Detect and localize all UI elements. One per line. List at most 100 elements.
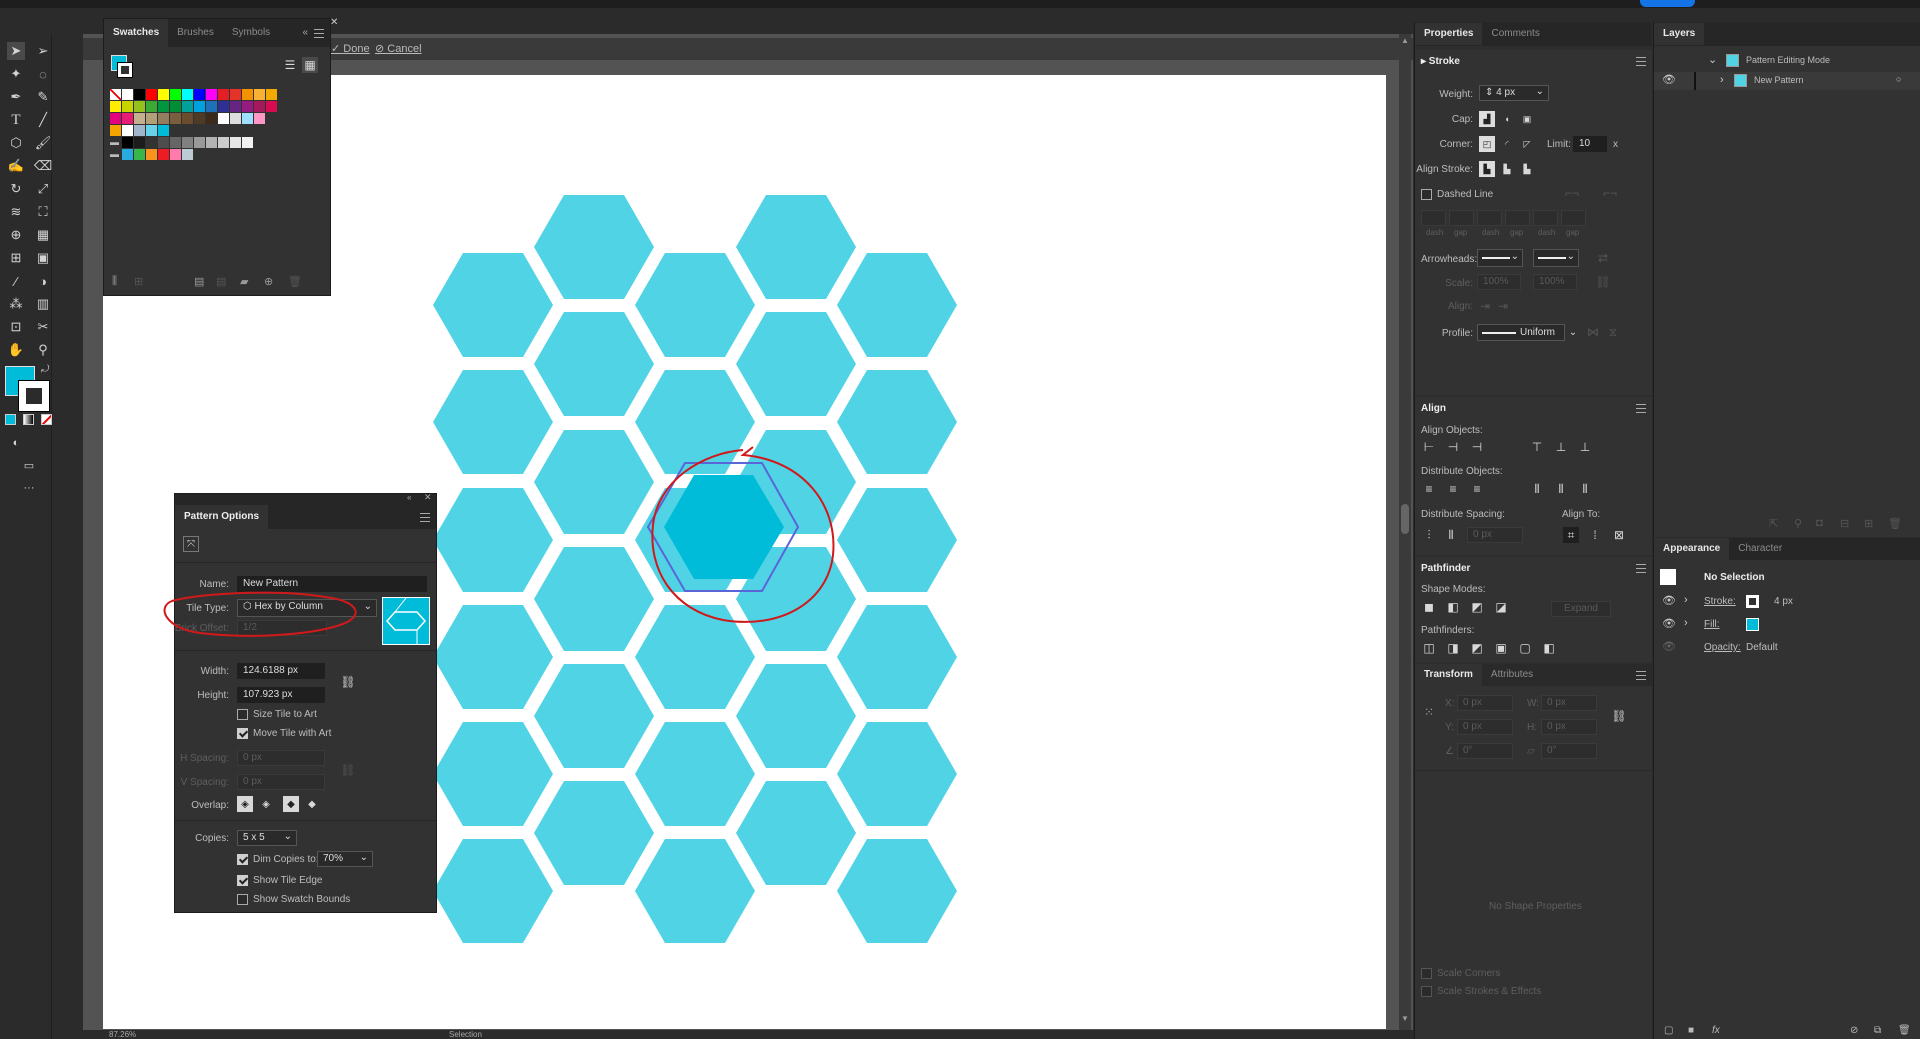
color-group-folder-icon[interactable]: ▬ [110,149,121,160]
end-scale-field[interactable]: 100% [1533,274,1577,290]
align-title[interactable]: Align [1421,403,1446,414]
gradient-mode-button[interactable] [23,414,34,425]
color-swatch[interactable] [230,89,241,100]
done-button[interactable]: ✓ Done [331,42,370,55]
color-swatch[interactable] [182,113,193,124]
tab-layers[interactable]: Layers [1654,23,1705,45]
h-field[interactable]: 0 px [1541,719,1597,735]
link-scale-icon[interactable]: ⛓ [1595,274,1611,290]
unite-icon[interactable]: ◼ [1421,599,1437,615]
color-swatch[interactable] [158,125,169,136]
flip-across-icon[interactable]: ⋈ [1585,324,1601,340]
align-to-artboard-icon[interactable]: ⊠ [1611,527,1627,543]
align-to-selection-icon[interactable]: ⁞ [1587,527,1603,543]
scroll-thumb[interactable] [1401,504,1409,534]
paintbrush-tool-icon[interactable]: 🖌 [34,134,52,152]
dash-gap-field[interactable] [1505,210,1530,226]
bevel-join-icon[interactable]: ◸ [1519,136,1535,152]
horizontal-align-right-icon[interactable]: ⊣ [1469,439,1485,455]
y-field[interactable]: 0 px [1457,719,1513,735]
color-swatch[interactable] [170,137,181,148]
merge-icon[interactable]: ◩ [1469,640,1485,656]
color-swatch[interactable] [242,89,253,100]
spacing-field[interactable]: 0 px [1467,527,1523,543]
vertical-distribute-bottom-icon[interactable]: ≡ [1469,481,1485,497]
tab-brushes[interactable]: Brushes [168,19,223,47]
trim-icon[interactable]: ◨ [1445,640,1461,656]
color-swatch[interactable] [158,113,169,124]
color-swatch[interactable] [194,137,205,148]
dash-gap-field[interactable] [1477,210,1502,226]
stroke-title[interactable]: ▸ Stroke [1421,56,1460,67]
reference-point-icon[interactable]: ⁙ [1421,704,1437,720]
color-swatch[interactable] [146,113,157,124]
tab-symbols[interactable]: Symbols [223,19,279,47]
expand-chevron-icon[interactable]: › [1720,74,1724,86]
delete-item-icon[interactable]: 🗑 [1898,1025,1911,1036]
eraser-tool-icon[interactable]: ⌫ [34,157,52,175]
swatch-stroke-preview[interactable] [117,62,133,78]
color-swatch[interactable] [218,113,229,124]
color-swatch[interactable] [110,125,121,136]
symbol-sprayer-tool-icon[interactable]: ⁂ [7,295,25,313]
spacing-link-icon[interactable]: ⛓ [340,762,356,778]
layer-row-new-pattern[interactable]: 👁 › New Pattern ○ [1654,72,1920,90]
appearance-row-opacity[interactable]: 👁 Opacity: Default [1654,638,1920,658]
ellipse-tool-icon[interactable]: ⬡ [7,134,25,152]
appearance-row-fill[interactable]: 👁 › Fill: [1654,615,1920,635]
round-join-icon[interactable]: ◜ [1499,136,1515,152]
swatch-libraries-icon[interactable]: ⫼ [112,275,117,288]
color-swatch[interactable] [110,113,121,124]
color-swatch[interactable] [182,89,193,100]
slice-tool-icon[interactable]: ✂ [34,318,52,336]
magic-wand-tool-icon[interactable]: ✦ [7,65,25,83]
width-field[interactable]: 124.6188 px [237,663,325,679]
color-swatch[interactable] [146,149,157,160]
tab-comments[interactable]: Comments [1482,23,1548,45]
horizontal-distribute-left-icon[interactable]: ⦀ [1529,481,1545,497]
color-swatch[interactable] [122,113,133,124]
color-swatch[interactable] [158,149,169,160]
scale-corners-checkbox[interactable] [1421,968,1432,979]
w-field[interactable]: 0 px [1541,695,1597,711]
curvature-tool-icon[interactable]: ✎ [34,88,52,106]
pen-tool-icon[interactable]: ✒ [7,88,25,106]
name-field[interactable]: New Pattern [237,576,427,592]
expand-chevron-icon[interactable]: › [1684,617,1688,629]
none-mode-button[interactable] [41,414,52,425]
color-swatch[interactable] [182,137,193,148]
stroke-swatch[interactable] [1746,595,1759,608]
dash-gap-field[interactable] [1533,210,1558,226]
visibility-eye-icon[interactable]: 👁 [1662,640,1676,653]
color-swatch[interactable] [254,113,265,124]
color-swatch[interactable] [134,137,145,148]
dash-gap-field[interactable] [1421,210,1446,226]
flip-along-icon[interactable]: ⧖ [1605,324,1621,340]
color-swatch[interactable] [266,89,277,100]
limit-field[interactable]: 10 [1573,136,1607,152]
expand-chevron-icon[interactable]: ⌄ [1708,53,1717,66]
grid-view-icon[interactable]: ▦ [302,57,318,73]
rotate-tool-icon[interactable]: ↻ [7,180,25,198]
color-mode-button[interactable] [5,414,16,425]
zoom-tool-icon[interactable]: ⚲ [34,341,52,359]
align-inside-stroke-icon[interactable]: ▙ [1499,161,1515,177]
new-swatch-icon[interactable]: ⊕ [264,275,273,288]
color-swatch[interactable] [266,101,277,112]
edit-toolbar-icon[interactable]: ··· [20,479,38,497]
vertical-align-bottom-icon[interactable]: ⊥ [1577,439,1593,455]
collapse-icon[interactable]: « [302,27,308,38]
arrow-tip-beyond-icon[interactable]: ⇥ [1477,298,1493,314]
weight-field[interactable]: ⇕ 4 px ⌄ [1479,85,1549,101]
constrain-proportions-icon[interactable]: ⛓ [1611,708,1627,724]
color-swatch[interactable] [206,137,217,148]
start-arrowhead-select[interactable]: ⌄ [1477,249,1523,267]
show-tile-edge-checkbox[interactable] [237,875,248,886]
color-swatch[interactable] [242,137,253,148]
right-in-front-icon[interactable]: ◈ [258,796,274,812]
vertical-scrollbar[interactable]: ▲ ▼ [1399,34,1411,1039]
expand-chevron-icon[interactable]: › [1684,594,1688,606]
projecting-cap-icon[interactable]: ▣ [1519,111,1535,127]
color-swatch[interactable] [146,125,157,136]
height-field[interactable]: 107.923 px [237,687,325,703]
